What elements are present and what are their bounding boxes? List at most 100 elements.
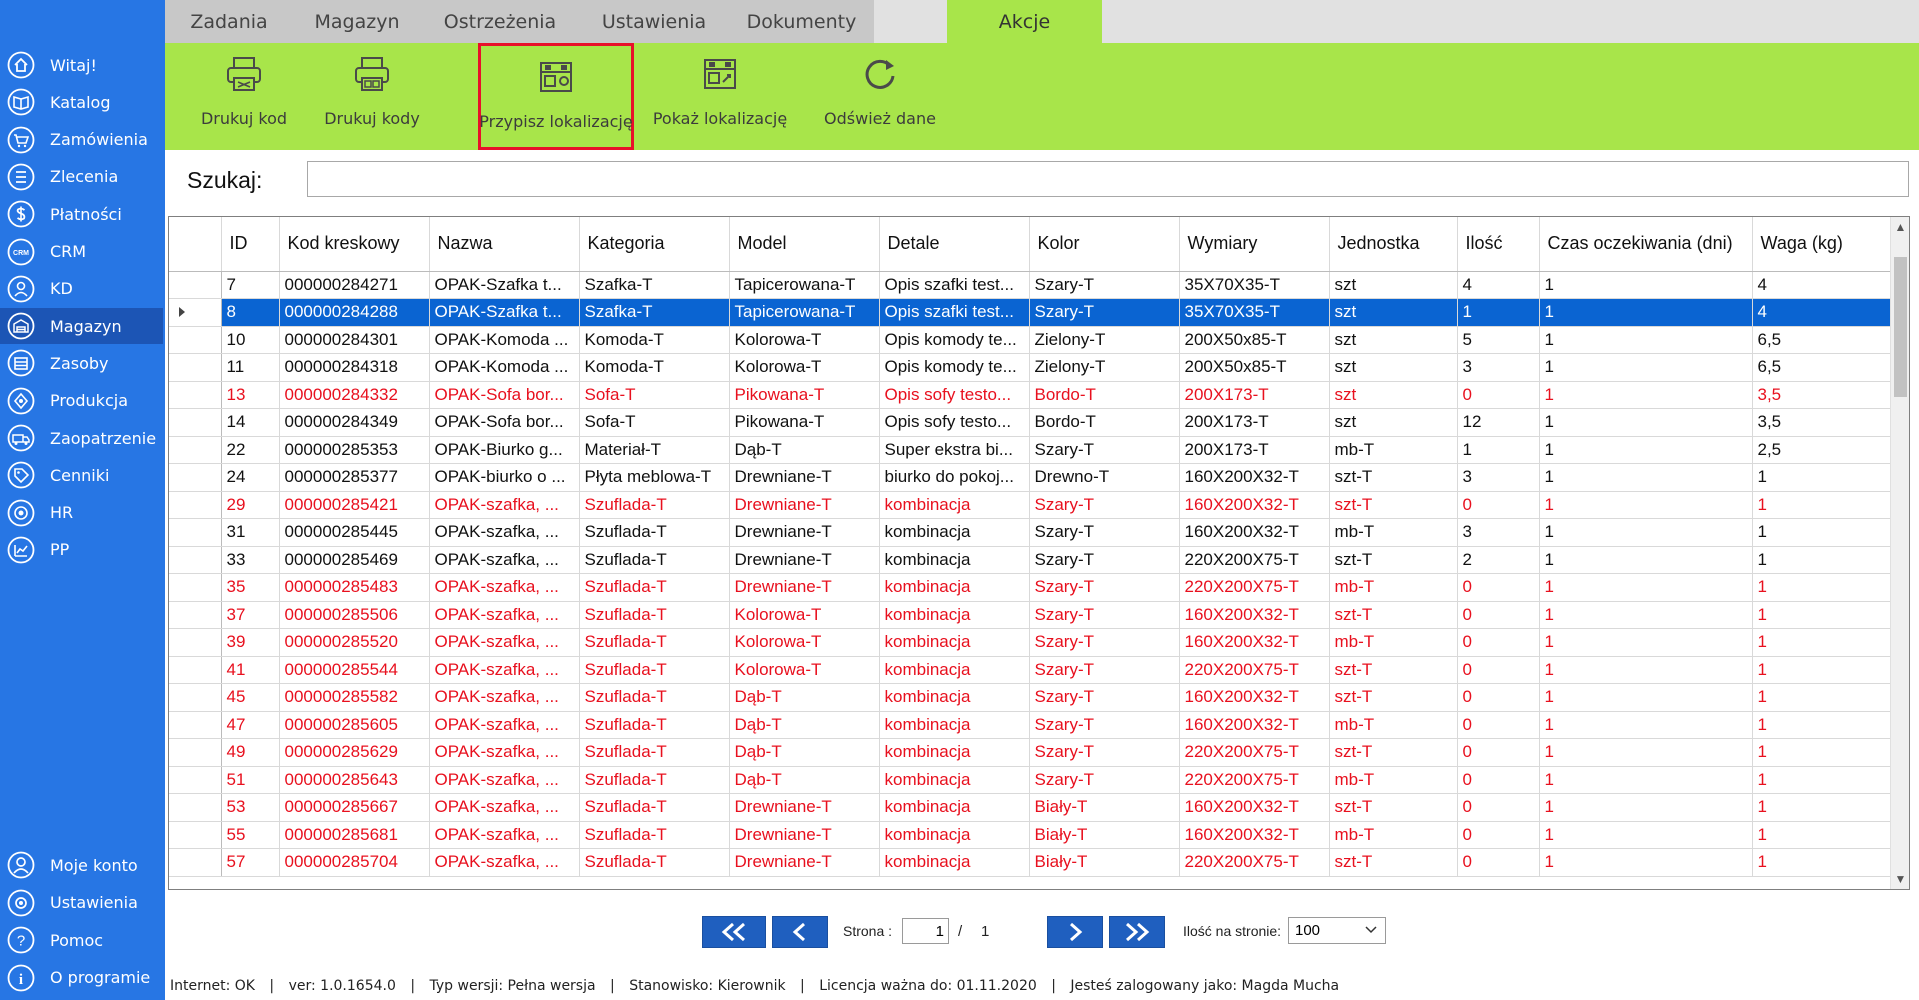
previous-page-button[interactable] <box>772 916 828 948</box>
show-location-button[interactable]: Pokaż lokalizację <box>645 43 795 150</box>
row-header[interactable] <box>169 326 222 354</box>
cell-waga[interactable]: 3,5 <box>1752 408 1891 437</box>
cell-kategoria[interactable]: Komoda-T <box>579 353 730 382</box>
cell-model[interactable]: Dąb-T <box>729 683 880 712</box>
cell-kategoria[interactable]: Sofa-T <box>579 408 730 437</box>
cell-kod[interactable]: 000000285582 <box>279 683 430 712</box>
cell-jednostka[interactable]: szt <box>1329 271 1458 299</box>
cell-kolor[interactable]: Szary-T <box>1029 766 1180 794</box>
cell-nazwa[interactable]: OPAK-szafka, ... <box>429 491 580 519</box>
cell-waga[interactable]: 6,5 <box>1752 326 1891 354</box>
cell-kod[interactable]: 000000284301 <box>279 326 430 354</box>
cell-ilosc[interactable]: 3 <box>1457 518 1540 547</box>
next-page-button[interactable] <box>1047 916 1103 948</box>
cell-czas[interactable]: 1 <box>1539 711 1753 739</box>
cell-kategoria[interactable]: Szuflada-T <box>579 766 730 794</box>
cell-kolor[interactable]: Szary-T <box>1029 601 1180 629</box>
row-header[interactable] <box>169 656 222 684</box>
row-header[interactable] <box>169 766 222 794</box>
cell-jednostka[interactable]: mb-T <box>1329 436 1458 464</box>
cell-id[interactable]: 45 <box>221 683 280 712</box>
tab-ostrzezenia[interactable]: Ostrzeżenia <box>421 0 579 43</box>
cell-nazwa[interactable]: OPAK-szafka, ... <box>429 601 580 629</box>
cell-detale[interactable]: kombinacja <box>879 848 1030 877</box>
cell-kod[interactable]: 000000285704 <box>279 848 430 877</box>
cell-czas[interactable]: 1 <box>1539 628 1753 657</box>
cell-model[interactable]: Kolorowa-T <box>729 656 880 684</box>
cell-model[interactable]: Pikowana-T <box>729 408 880 437</box>
cell-model[interactable]: Drewniane-T <box>729 793 880 822</box>
cell-ilosc[interactable]: 0 <box>1457 628 1540 657</box>
cell-wymiary[interactable]: 220X200X75-T <box>1179 766 1330 794</box>
cell-kolor[interactable]: Szary-T <box>1029 711 1180 739</box>
cell-kategoria[interactable]: Płyta meblowa-T <box>579 463 730 492</box>
cell-model[interactable]: Drewniane-T <box>729 848 880 877</box>
cell-ilosc[interactable]: 12 <box>1457 408 1540 437</box>
cell-model[interactable]: Dąb-T <box>729 711 880 739</box>
cell-czas[interactable]: 1 <box>1539 683 1753 712</box>
scroll-thumb[interactable] <box>1894 257 1907 397</box>
cell-waga[interactable]: 4 <box>1752 271 1891 299</box>
sidebar-item-cenniki[interactable]: Cenniki <box>0 457 163 493</box>
sidebar-item-kd[interactable]: KD <box>0 271 163 307</box>
cell-kod[interactable]: 000000285681 <box>279 821 430 849</box>
cell-czas[interactable]: 1 <box>1539 793 1753 822</box>
cell-czas[interactable]: 1 <box>1539 738 1753 767</box>
cell-ilosc[interactable]: 3 <box>1457 463 1540 492</box>
row-header[interactable] <box>169 573 222 602</box>
table-row[interactable]: 8 000000284288 OPAK-Szafka t... Szafka-T Tap… <box>169 298 1891 327</box>
cell-kategoria[interactable]: Szuflada-T <box>579 656 730 684</box>
cell-czas[interactable]: 1 <box>1539 848 1753 877</box>
cell-wymiary[interactable]: 200X173-T <box>1179 381 1330 409</box>
cell-kategoria[interactable]: Szuflada-T <box>579 628 730 657</box>
cell-model[interactable]: Kolorowa-T <box>729 326 880 354</box>
cell-id[interactable]: 47 <box>221 711 280 739</box>
table-row[interactable]: 57 000000285704 OPAK-szafka, ... Szuflada-T… <box>169 848 1891 877</box>
sidebar-item-ustawienia[interactable]: Ustawienia <box>0 885 163 921</box>
cell-detale[interactable]: kombinacja <box>879 573 1030 602</box>
cell-kolor[interactable]: Bordo-T <box>1029 381 1180 409</box>
table-row[interactable]: 53 000000285667 OPAK-szafka, ... Szuflada-T… <box>169 793 1891 822</box>
cell-kolor[interactable]: Szary-T <box>1029 271 1180 299</box>
cell-id[interactable]: 33 <box>221 546 280 574</box>
tab-dokumenty[interactable]: Dokumenty <box>729 0 874 43</box>
cell-kategoria[interactable]: Szuflada-T <box>579 848 730 877</box>
cell-nazwa[interactable]: OPAK-Komoda ... <box>429 326 580 354</box>
sidebar-item-zasoby[interactable]: Zasoby <box>0 345 163 381</box>
cell-ilosc[interactable]: 0 <box>1457 848 1540 877</box>
cell-wymiary[interactable]: 160X200X32-T <box>1179 518 1330 547</box>
cell-waga[interactable]: 1 <box>1752 738 1891 767</box>
cell-ilosc[interactable]: 3 <box>1457 353 1540 382</box>
scroll-down-icon[interactable]: ▼ <box>1891 869 1909 889</box>
page-number-input[interactable] <box>902 918 949 944</box>
scroll-up-icon[interactable]: ▲ <box>1891 217 1909 237</box>
cell-detale[interactable]: Opis sofy testo... <box>879 408 1030 437</box>
cell-detale[interactable]: kombinacja <box>879 601 1030 629</box>
cell-ilosc[interactable]: 0 <box>1457 573 1540 602</box>
cell-waga[interactable]: 1 <box>1752 711 1891 739</box>
table-row[interactable]: 11 000000284318 OPAK-Komoda ... Komoda-T Kol… <box>169 353 1891 382</box>
tab-magazyn[interactable]: Magazyn <box>293 0 421 43</box>
cell-model[interactable]: Drewniane-T <box>729 518 880 547</box>
cell-waga[interactable]: 1 <box>1752 463 1891 492</box>
cell-kod[interactable]: 000000285421 <box>279 491 430 519</box>
cell-id[interactable]: 24 <box>221 463 280 492</box>
cell-wymiary[interactable]: 160X200X32-T <box>1179 491 1330 519</box>
cell-model[interactable]: Drewniane-T <box>729 491 880 519</box>
cell-detale[interactable]: kombinacja <box>879 793 1030 822</box>
cell-nazwa[interactable]: OPAK-Szafka t... <box>429 298 580 327</box>
cell-czas[interactable]: 1 <box>1539 436 1753 464</box>
cell-nazwa[interactable]: OPAK-Sofa bor... <box>429 381 580 409</box>
cell-wymiary[interactable]: 160X200X32-T <box>1179 683 1330 712</box>
cell-kod[interactable]: 000000285667 <box>279 793 430 822</box>
column-header-category[interactable]: Kategoria <box>579 217 730 272</box>
cell-jednostka[interactable]: szt-T <box>1329 656 1458 684</box>
table-row[interactable]: 39 000000285520 OPAK-szafka, ... Szuflada-T… <box>169 628 1891 657</box>
cell-kolor[interactable]: Szary-T <box>1029 628 1180 657</box>
column-header-id[interactable]: ID <box>221 217 280 272</box>
cell-detale[interactable]: kombinacja <box>879 711 1030 739</box>
cell-nazwa[interactable]: OPAK-Komoda ... <box>429 353 580 382</box>
cell-kategoria[interactable]: Komoda-T <box>579 326 730 354</box>
cell-model[interactable]: Dąb-T <box>729 766 880 794</box>
cell-kolor[interactable]: Zielony-T <box>1029 353 1180 382</box>
